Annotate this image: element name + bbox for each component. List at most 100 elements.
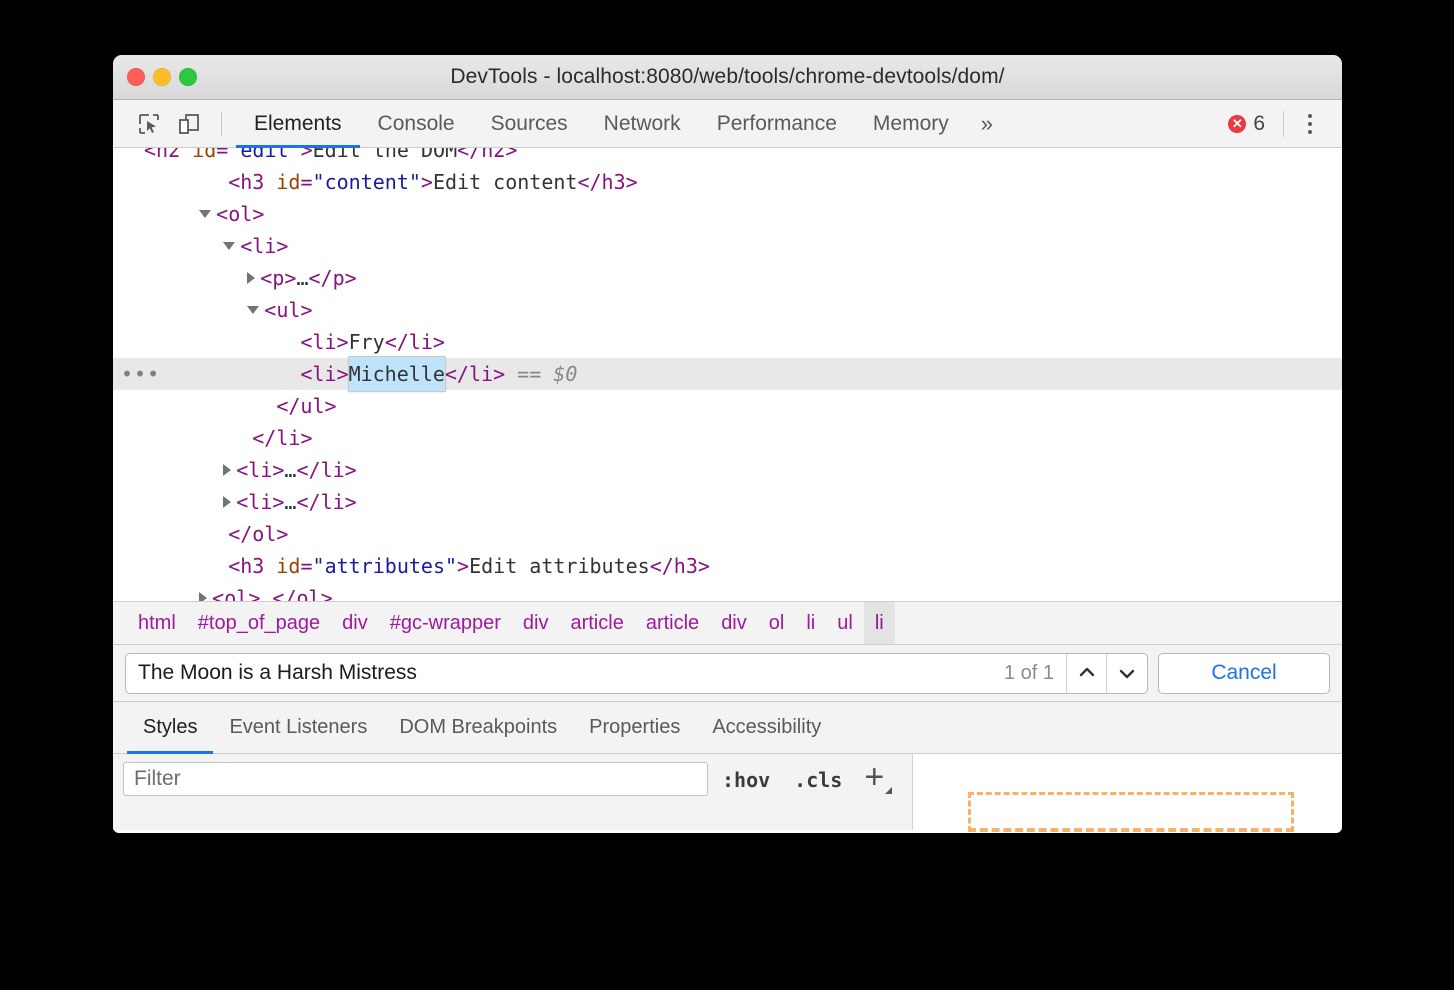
chevron-right-icon[interactable] [223, 496, 232, 508]
search-cancel-label: Cancel [1211, 661, 1277, 684]
dom-text: </ [272, 586, 297, 601]
element-classes-cls-button[interactable]: .cls [780, 762, 852, 792]
inline-text-editor[interactable]: Michelle [347, 356, 446, 392]
search-input[interactable] [138, 661, 992, 685]
chevron-down-icon[interactable] [199, 210, 212, 218]
dom-text: < [144, 148, 157, 162]
dom-tree-row[interactable]: </ol > [113, 518, 1342, 550]
dom-text [264, 166, 276, 198]
tab-dom-breakpoints[interactable]: DOM Breakpoints [383, 702, 573, 753]
styles-filter-input[interactable] [123, 762, 708, 796]
tab-properties[interactable]: Properties [573, 702, 696, 753]
search-cancel-button[interactable]: Cancel [1158, 652, 1330, 694]
dom-tree-row[interactable]: < li >… </li > [113, 454, 1342, 486]
search-next-button[interactable] [1107, 654, 1147, 693]
dom-text: > [344, 458, 357, 482]
dom-text [180, 148, 192, 166]
dom-attribute-value: "content" [312, 170, 421, 194]
breadcrumb-item-div[interactable]: div [710, 602, 758, 644]
tab-sources[interactable]: Sources [473, 100, 586, 147]
tab-label: DOM Breakpoints [399, 716, 558, 738]
toolbar-right-divider [1283, 110, 1284, 137]
dom-tree-row[interactable]: < ol > [113, 198, 1342, 230]
dom-tree-panel[interactable]: < h2 id = "edit" > Edit the DOM </h2 > < h3 id = "c… [113, 148, 1342, 601]
chevron-right-icon[interactable] [247, 272, 256, 284]
minimize-window-button[interactable] [153, 68, 171, 86]
dom-text: > [272, 458, 285, 482]
chevron-down-icon[interactable] [247, 306, 260, 314]
breadcrumb-item-div[interactable]: div [331, 602, 379, 644]
toolbar-right-group: ✕ 6 [1216, 104, 1330, 144]
breadcrumb-item-label: li [806, 611, 816, 634]
dom-tag-name: li [312, 362, 337, 386]
maximize-window-button[interactable] [179, 68, 197, 86]
device-toolbar-icon[interactable] [171, 106, 207, 142]
chevron-right-icon[interactable] [223, 464, 232, 476]
dom-tag-name: li [468, 362, 494, 386]
force-state-hov-button[interactable]: :hov [708, 762, 780, 792]
tab-console[interactable]: Console [360, 100, 473, 147]
breadcrumb-item-li[interactable]: li [863, 602, 895, 644]
dom-tag-name: li [312, 330, 337, 354]
more-tabs-chevron-icon[interactable]: » [967, 100, 1007, 147]
window-traffic-lights [127, 68, 197, 86]
dom-text: < [300, 330, 313, 354]
dom-text: < [212, 586, 225, 601]
dom-tree-row[interactable]: < li > [113, 230, 1342, 262]
breadcrumb-item-ol[interactable]: ol [758, 602, 796, 644]
error-count: 6 [1253, 111, 1265, 135]
dom-tree-row[interactable]: < p >… </p > [113, 262, 1342, 294]
tab-accessibility[interactable]: Accessibility [696, 702, 837, 753]
tab-elements-label: Elements [254, 111, 342, 135]
breadcrumb-item-gc-wrapper[interactable]: #gc-wrapper [379, 602, 512, 644]
close-window-button[interactable] [127, 68, 145, 86]
dom-tree-row[interactable]: < ul > [113, 294, 1342, 326]
dom-tree-row[interactable]: </ul > [113, 390, 1342, 422]
dom-attribute-value: "attributes" [312, 554, 458, 578]
dom-tree-row[interactable]: < h3 id = "attributes" > Edit attributes </h3 > [113, 550, 1342, 582]
tab-network[interactable]: Network [586, 100, 699, 147]
chevron-down-icon[interactable] [223, 242, 236, 250]
breadcrumb-item-div[interactable]: div [512, 602, 560, 644]
dom-tag-name: p [332, 266, 345, 290]
breadcrumb-item-article[interactable]: article [559, 602, 634, 644]
kebab-menu-icon[interactable] [1290, 104, 1330, 144]
dom-tree-row[interactable]: < h2 id = "edit" > Edit the DOM </h2 > [113, 148, 1342, 166]
dom-text: </ [308, 266, 333, 290]
expand-siblings-ellipsis-icon[interactable]: ••• [121, 364, 160, 384]
breadcrumb-item-article[interactable]: article [635, 602, 710, 644]
tab-styles[interactable]: Styles [127, 702, 214, 754]
window-title: DevTools - localhost:8080/web/tools/chro… [450, 65, 1005, 88]
tab-performance-label: Performance [716, 111, 837, 135]
search-input-wrapper[interactable]: 1 of 1 [125, 652, 1148, 694]
dom-text: > [248, 586, 261, 601]
dom-tree-row[interactable]: < li > Fry </li > [113, 326, 1342, 358]
chevron-right-icon[interactable] [199, 592, 208, 601]
breadcrumb-item-html[interactable]: html [127, 602, 187, 644]
dom-text: </ [444, 362, 469, 386]
dom-tree-row[interactable]: < ol >… </ol > [113, 582, 1342, 601]
dom-text: > [252, 202, 265, 226]
dom-text: = [300, 554, 313, 578]
tab-performance[interactable]: Performance [699, 100, 855, 147]
dom-text: Edit attributes [469, 554, 650, 578]
search-prev-button[interactable] [1067, 653, 1107, 693]
dom-tag-name: ul [300, 394, 325, 418]
breadcrumb-item-ul[interactable]: ul [826, 602, 864, 644]
breadcrumb-item-li[interactable]: li [795, 602, 826, 644]
new-style-rule-button[interactable]: + [852, 760, 893, 794]
tab-memory[interactable]: Memory [855, 100, 967, 147]
tab-event-listeners[interactable]: Event Listeners [213, 702, 383, 753]
dom-text: </ [296, 490, 321, 514]
dom-text: < [264, 298, 277, 322]
dom-tree-row-selected[interactable]: ••• < li > Michelle </li > == $0 [113, 356, 1342, 392]
dom-tree-row[interactable]: </li > [113, 422, 1342, 454]
error-badge[interactable]: ✕ 6 [1216, 112, 1277, 136]
dom-attribute-name: id [276, 170, 301, 194]
breadcrumb-item-topofpage[interactable]: #top_of_page [187, 602, 331, 644]
dom-tree-row[interactable]: < h3 id = "content" > Edit content </h3 > [113, 166, 1342, 198]
dom-tree-row[interactable]: < li >… </li > [113, 486, 1342, 518]
dom-tag-name: ol [252, 522, 277, 546]
inspect-element-icon[interactable] [131, 106, 167, 142]
tab-elements[interactable]: Elements [236, 100, 360, 148]
